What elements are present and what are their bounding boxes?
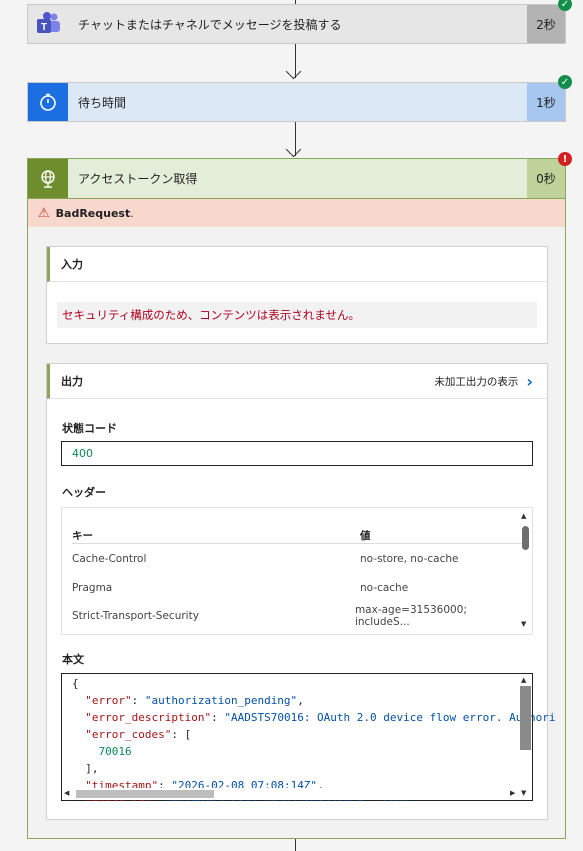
column-key: キー [72, 529, 93, 542]
show-raw-output-link[interactable]: 未加工出力の表示 › [434, 372, 533, 391]
headers-column-header: キー 値 [72, 527, 522, 544]
header-key: Strict-Transport-Security [72, 610, 199, 622]
json-line: "error_description": "AADSTS70016: OAuth… [85, 711, 556, 724]
status-code-label: 状態コード [62, 422, 117, 435]
input-panel: 入力 セキュリティ構成のため、コンテンツは表示されません。 [46, 246, 548, 344]
input-hidden-message: セキュリティ構成のため、コンテンツは表示されません。 [62, 308, 360, 322]
connector-1-arrow [285, 63, 302, 80]
status-code-field[interactable]: 400 [61, 441, 533, 466]
body-vertical-scrollbar[interactable]: ▲ [519, 674, 532, 786]
headers-scrollbar[interactable]: ▲ ▼ [519, 508, 532, 634]
error-label: BadRequest [55, 206, 131, 220]
headers-label: ヘッダー [62, 486, 106, 499]
table-row: Cache-Control no-store, no-cache [72, 546, 522, 572]
json-line: { [72, 677, 79, 690]
step-title: アクセストークン取得 [78, 172, 198, 186]
error-banner: ⚠ BadRequest. [28, 199, 565, 227]
scroll-left-icon[interactable]: ◀ [64, 789, 69, 797]
scroll-down-icon[interactable]: ▼ [521, 620, 526, 628]
error-suffix: . [130, 206, 134, 220]
teams-icon: T [28, 5, 68, 43]
input-heading: 入力 [61, 258, 83, 271]
scroll-up-icon[interactable]: ▲ [521, 512, 526, 520]
step-duration: 0秒 [527, 159, 565, 198]
json-line: "error_codes": [ [85, 728, 192, 741]
header-key: Pragma [72, 582, 113, 594]
scrollbar-thumb[interactable] [522, 526, 529, 550]
connector-2-arrow [285, 141, 302, 158]
body-horizontal-scrollbar[interactable]: ◀ ▶ ▼ [62, 788, 532, 800]
step-delay[interactable]: 待ち時間 1秒 [27, 82, 566, 122]
success-check-icon: ✓ [558, 0, 572, 11]
step-post-message[interactable]: T チャットまたはチャネルでメッセージを投稿する 2秒 [27, 4, 566, 44]
input-heading-bar: 入力 [47, 247, 547, 282]
body-label: 本文 [62, 653, 84, 666]
header-value: max-age=31536000; includeS... [354, 604, 467, 628]
scrollbar-thumb[interactable] [520, 686, 531, 750]
output-heading: 出力 [61, 375, 83, 388]
scroll-up-icon[interactable]: ▲ [521, 676, 526, 684]
step-title: 待ち時間 [78, 95, 127, 110]
header-key: Cache-Control [72, 553, 147, 565]
header-value: no-store, no-cache [360, 553, 459, 565]
step-title: チャットまたはチャネルでメッセージを投稿する [78, 17, 342, 32]
json-line: 70016 [72, 745, 132, 758]
scroll-down-icon[interactable]: ▼ [521, 789, 526, 797]
table-row: Pragma no-cache [72, 575, 522, 601]
timer-icon [28, 83, 68, 121]
output-heading-bar: 出力 未加工出力の表示 › [47, 364, 547, 399]
column-value: 値 [360, 529, 371, 542]
table-row: Strict-Transport-Security max-age=315360… [72, 603, 522, 629]
status-code-value: 400 [72, 447, 93, 460]
step-get-token[interactable]: アクセストークン取得 0秒 [27, 158, 566, 199]
scrollbar-thumb[interactable] [76, 790, 214, 798]
http-globe-icon [28, 159, 68, 198]
step-duration: 2秒 [527, 5, 565, 43]
success-check-icon: ✓ [558, 75, 572, 89]
show-raw-output-label: 未加工出力の表示 [434, 375, 519, 388]
json-line: "error": "authorization_pending", [85, 694, 304, 707]
input-hidden-message-box: セキュリティ構成のため、コンテンツは表示されません。 [57, 302, 537, 328]
warning-triangle-icon: ⚠ [38, 205, 50, 221]
header-value: no-cache [360, 582, 409, 594]
chevron-right-icon: › [526, 371, 533, 391]
error-alert-icon: ! [558, 152, 572, 166]
scroll-right-icon[interactable]: ▶ [510, 789, 515, 797]
json-line: ], [72, 762, 99, 775]
connector-bottom [295, 839, 296, 851]
svg-text:T: T [41, 22, 47, 33]
step-duration: 1秒 [527, 83, 565, 121]
